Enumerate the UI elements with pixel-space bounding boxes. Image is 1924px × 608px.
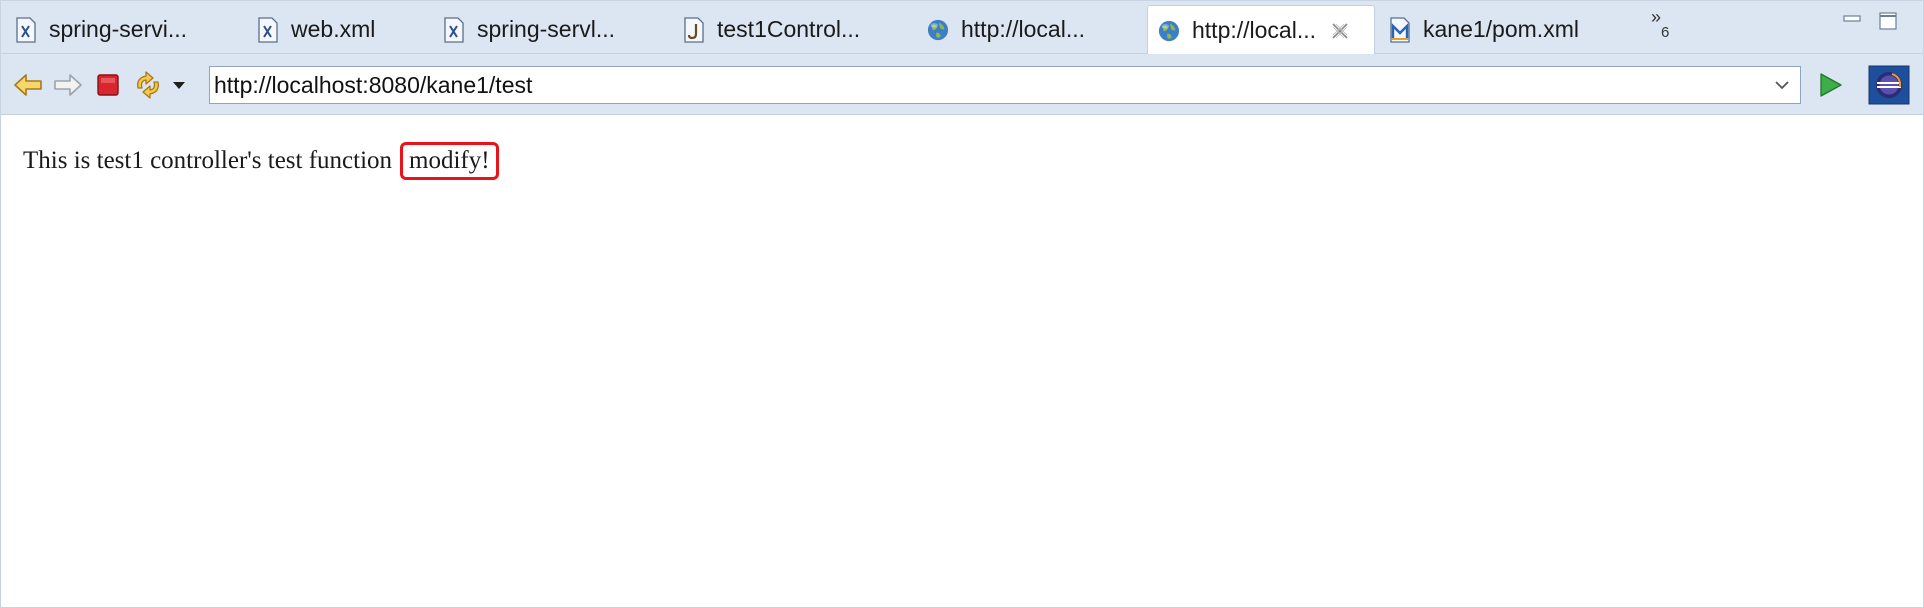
response-message: This is test1 controller's test function <box>23 147 393 174</box>
tab-label: spring-servl... <box>477 16 616 42</box>
refresh-button[interactable] <box>131 68 165 102</box>
back-button[interactable] <box>11 68 45 102</box>
go-button[interactable] <box>1813 68 1847 102</box>
browser-window: spring-servi... web.xml spring-servl... … <box>0 0 1924 608</box>
stop-button[interactable] <box>91 68 125 102</box>
xml-file-icon <box>16 16 36 43</box>
maven-file-icon <box>1390 16 1410 43</box>
xml-file-icon <box>444 16 464 43</box>
stop-icon <box>97 74 119 96</box>
overflow-count: 6 <box>1661 24 1670 41</box>
refresh-dropdown-button[interactable] <box>167 68 191 102</box>
minimize-icon[interactable] <box>1841 11 1863 31</box>
url-input[interactable] <box>210 68 1750 102</box>
tab-test1-controller[interactable]: test1Control... <box>683 5 860 54</box>
globe-icon <box>927 19 949 40</box>
page-content: This is test1 controller's test function… <box>1 116 1923 607</box>
tab-web-xml[interactable]: web.xml <box>257 5 375 54</box>
tab-label: spring-servi... <box>49 16 188 42</box>
response-text: This is test1 controller's test function… <box>23 142 499 180</box>
tab-overflow-button[interactable]: »6 <box>1651 7 1669 41</box>
tab-spring-servlet[interactable]: spring-servl... <box>443 5 615 54</box>
url-bar[interactable] <box>209 66 1801 104</box>
back-arrow-icon <box>14 74 42 96</box>
tab-localhost-active[interactable]: http://local... <box>1147 5 1375 55</box>
overflow-chevron-icon: » <box>1651 7 1662 27</box>
chevron-down-icon <box>173 82 185 89</box>
url-history-chevron-icon[interactable] <box>1772 75 1792 95</box>
tab-label: http://local... <box>1192 17 1317 43</box>
xml-file-icon <box>258 16 278 43</box>
play-icon <box>1820 73 1842 97</box>
tab-label: test1Control... <box>717 16 861 42</box>
globe-icon <box>1158 20 1180 41</box>
highlighted-word: modify! <box>400 142 499 180</box>
editor-tab-bar: spring-servi... web.xml spring-servl... … <box>1 1 1923 55</box>
browser-toolbar <box>1 54 1923 115</box>
eclipse-logo-icon <box>1868 65 1910 105</box>
refresh-icon <box>137 71 159 99</box>
java-file-icon <box>684 16 704 43</box>
tab-label: http://local... <box>961 16 1086 42</box>
close-icon[interactable] <box>1330 21 1350 41</box>
tab-spring-service[interactable]: spring-servi... <box>15 5 187 54</box>
forward-button[interactable] <box>51 68 85 102</box>
tab-label: web.xml <box>291 16 376 42</box>
forward-arrow-icon <box>54 74 82 96</box>
tab-localhost-1[interactable]: http://local... <box>927 5 1085 54</box>
eclipse-button[interactable] <box>1867 64 1911 106</box>
tab-label: kane1/pom.xml <box>1423 16 1579 42</box>
tab-pom-xml[interactable]: kane1/pom.xml <box>1389 5 1579 54</box>
maximize-icon[interactable] <box>1877 11 1899 31</box>
